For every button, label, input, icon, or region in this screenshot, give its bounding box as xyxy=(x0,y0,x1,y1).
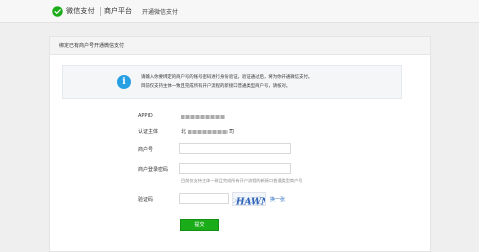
platform-name[interactable]: 商户平台 xyxy=(104,6,132,16)
top-navigation-bar: 微信支付 商户平台 开通微信支付 xyxy=(0,0,479,23)
captcha-graphic: HAWN xyxy=(233,196,266,207)
auth-subject-prefix: 北 xyxy=(181,129,187,135)
info-notice: i 请输入你要绑定的商户号的账号密码进行身份验证，验证通过后，将为你开通微信支付… xyxy=(62,65,402,99)
notice-line-1: 请输入你要绑定的商户号的账号密码进行身份验证，验证通过后，将为你开通微信支付。 xyxy=(141,75,313,80)
wechat-pay-logo-icon xyxy=(52,6,63,17)
captcha-input[interactable] xyxy=(179,193,229,204)
auth-subject-masked xyxy=(188,130,228,134)
login-password-label: 商户登录密码 xyxy=(138,167,169,173)
auth-subject-label: 认证主体 xyxy=(138,129,159,135)
refresh-captcha-link[interactable]: 换一张 xyxy=(270,196,285,203)
captcha-label: 验证码 xyxy=(138,197,154,203)
auth-subject-suffix: 司 xyxy=(229,129,235,135)
panel-title: 绑定已有商户号开通微信支付 xyxy=(59,43,125,49)
header-divider xyxy=(100,7,101,16)
merchant-id-label: 商户号 xyxy=(138,147,154,153)
submit-button[interactable]: 提交 xyxy=(180,219,219,231)
login-password-input[interactable] xyxy=(179,163,291,174)
captcha-image[interactable]: HAWN xyxy=(232,192,266,206)
brand-name[interactable]: 微信支付 xyxy=(66,6,95,16)
merchant-hint-text: 目前仅支持主体一致且完成所有开户流程的新接口普通类型商户号 xyxy=(181,178,303,183)
appid-label: APPID xyxy=(138,113,153,119)
appid-value-masked xyxy=(181,115,225,119)
info-icon: i xyxy=(117,75,131,89)
page-subtitle: 开通微信支付 xyxy=(142,8,179,16)
notice-line-2: 目前仅支持主体一致且完成所有开户流程的新接口普通类型商户号，请核对。 xyxy=(141,84,291,89)
merchant-id-input[interactable] xyxy=(179,143,291,154)
panel-header: 绑定已有商户号开通微信支付 xyxy=(50,37,430,55)
captcha-text: HAWN xyxy=(235,198,266,207)
